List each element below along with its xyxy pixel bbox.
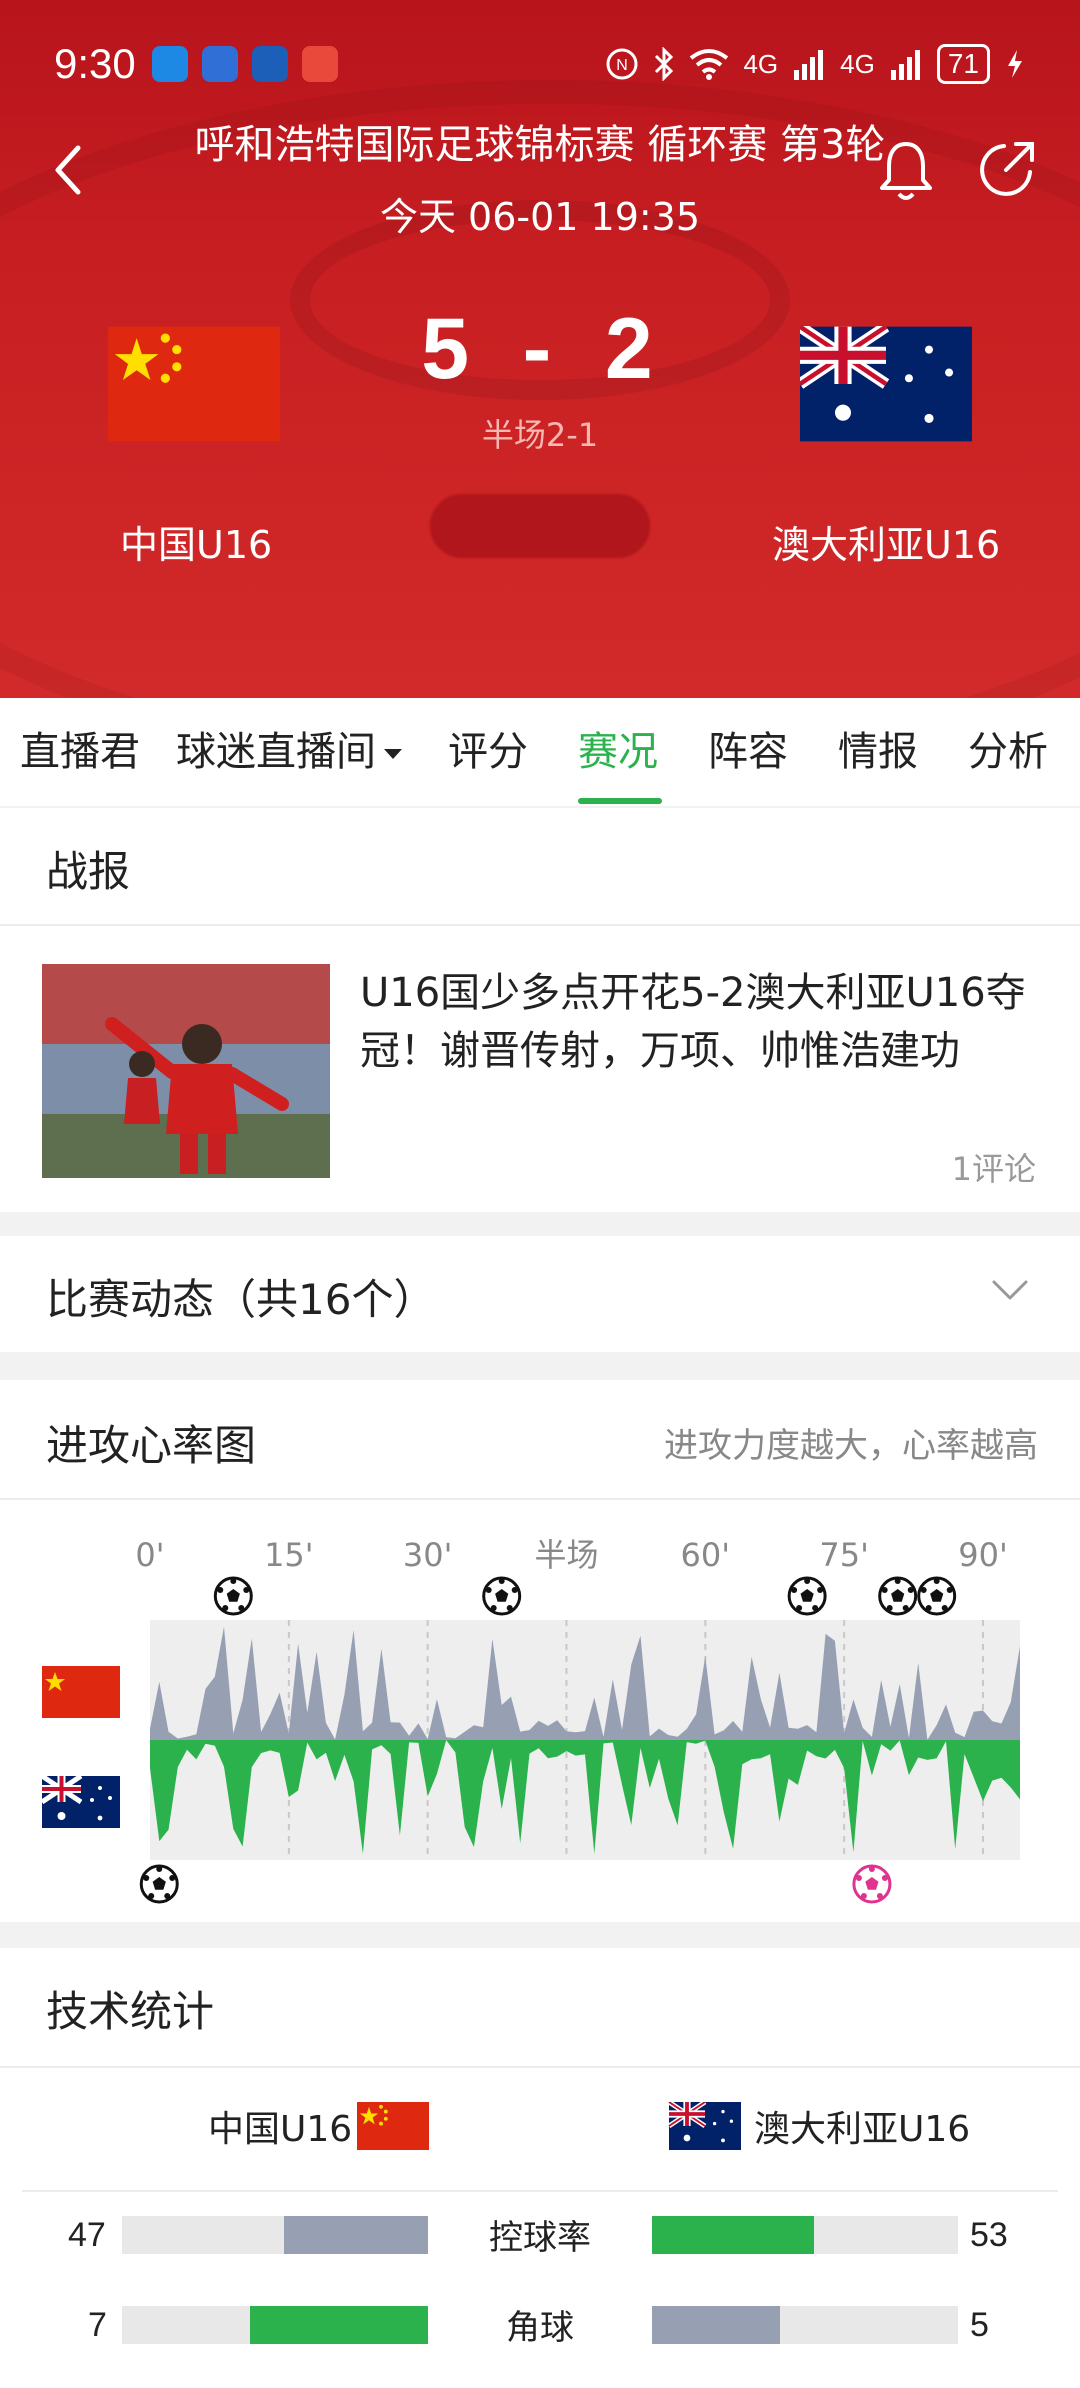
home-team-name: 中国U16 (120, 523, 273, 567)
network-label: 4G (743, 48, 779, 79)
momentum-note: 进攻力度越大，心率越高 (664, 1426, 1038, 1466)
news-thumbnail[interactable] (42, 964, 330, 1178)
active-tab-indicator (578, 798, 662, 804)
goal-ball-icon (213, 1576, 253, 1616)
goal-ball-icon (139, 1864, 179, 1904)
momentum-axis-label: 75' (819, 1536, 869, 1574)
status-time: 9:30 (54, 40, 136, 87)
momentum-axis-label: 60' (681, 1536, 731, 1574)
stat-away-value: 5 (970, 2306, 989, 2344)
news-photo (42, 964, 330, 1178)
message-icon (151, 46, 188, 82)
momentum-title: 进攻心率图 (46, 1421, 257, 1470)
signal-icon (794, 50, 824, 80)
momentum-axis-label: 半场 (534, 1536, 598, 1574)
tab-bar: 直播君 球迷直播间 评分 赛况 阵容 情报 分析 (0, 698, 1080, 806)
stats-home-team: 中国U16 (208, 2109, 353, 2150)
caret-down-icon (384, 749, 402, 759)
bell-icon[interactable] (876, 138, 936, 204)
live-status-pill[interactable] (430, 494, 650, 558)
stat-home-bar-fill (249, 2306, 428, 2344)
charging-icon (1008, 50, 1022, 78)
stat-row-possession: 47 控球率 53 (0, 2204, 1080, 2264)
tab-live[interactable]: 赛况 (578, 698, 658, 806)
tab-fan-room[interactable]: 球迷直播间 (176, 698, 404, 806)
stat-home-value: 47 (68, 2216, 106, 2254)
battery-icon: 71 (936, 44, 990, 84)
stat-row-corners: 7 角球 5 (0, 2294, 1080, 2354)
china-flag-icon (357, 2102, 429, 2150)
stat-away-bar-fill (652, 2306, 780, 2344)
chevron-down-icon[interactable] (990, 1276, 1030, 1304)
divider (0, 924, 1080, 926)
goal-ball-icon (917, 1576, 957, 1616)
match-title: 呼和浩特国际足球锦标赛 循环赛 第3轮 (194, 122, 886, 168)
away-team-name: 澳大利亚U16 (772, 523, 1001, 567)
momentum-axis-label: 30' (403, 1536, 453, 1574)
stat-label: 控球率 (489, 2218, 591, 2258)
stat-home-bar (122, 2306, 428, 2344)
match-header: 9:30 N 4G 4G 71 呼和浩特国际足球锦标赛 循环赛 第3轮 今天 0… (0, 0, 1080, 698)
stat-away-bar (652, 2306, 958, 2344)
goal-ball-icon (878, 1576, 918, 1616)
app-icon (251, 46, 288, 82)
goal-ball-icon (852, 1864, 892, 1904)
stat-home-value: 7 (88, 2306, 107, 2344)
momentum-axis-label: 90' (958, 1536, 1008, 1574)
goal-ball-icon (787, 1576, 827, 1616)
svg-text:N: N (617, 57, 629, 74)
momentum-chart: 0' 15' 30' 半场 60' 75' 90' (40, 1536, 1020, 1904)
momentum-axis-label: 0' (135, 1536, 164, 1574)
stat-home-bar (122, 2216, 428, 2254)
tab-fan-room-label: 球迷直播间 (176, 729, 376, 775)
tab-lineup[interactable]: 阵容 (708, 698, 788, 806)
stat-away-value: 53 (970, 2216, 1008, 2254)
tab-host[interactable]: 直播君 (20, 698, 140, 806)
bluetooth-icon (655, 47, 674, 81)
app-icon (201, 46, 238, 82)
status-bar: 9:30 N 4G 4G 71 (54, 34, 1026, 94)
home-score: 5 (421, 301, 476, 397)
news-comment-count[interactable]: 1评论 (952, 1144, 1036, 1190)
score-separator: - (522, 301, 558, 397)
tab-analysis[interactable]: 分析 (968, 698, 1048, 806)
stats-title: 技术统计 (46, 1987, 215, 2036)
report-title: 战报 (46, 847, 131, 896)
news-headline[interactable]: U16国少多点开花5-2澳大利亚U16夺冠！谢晋传射，万项、帅惟浩建功 (360, 964, 1050, 1080)
network-label: 4G (840, 48, 875, 79)
goal-ball-icon (482, 1576, 522, 1616)
share-icon[interactable] (976, 138, 1038, 200)
stat-away-bar (652, 2216, 958, 2254)
stats-away-team: 澳大利亚U16 (754, 2109, 971, 2150)
match-events-title: 比赛动态（共16个） (46, 1275, 436, 1324)
stat-home-bar-fill (284, 2216, 428, 2254)
stat-away-bar-fill (652, 2216, 815, 2254)
wifi-icon (690, 49, 729, 80)
tab-intel[interactable]: 情报 (838, 698, 918, 806)
match-events-row[interactable]: 比赛动态（共16个） (0, 1236, 1080, 1352)
divider (0, 2066, 1080, 2068)
signal-icon (890, 50, 920, 80)
tab-ratings[interactable]: 评分 (448, 698, 528, 806)
away-score: 2 (604, 301, 659, 397)
australia-flag-icon (800, 326, 972, 442)
divider (22, 2190, 1058, 2192)
momentum-axis-label: 15' (264, 1536, 314, 1574)
nfc-icon: N (606, 48, 638, 80)
china-flag-icon (42, 1666, 120, 1718)
australia-flag-icon (40, 1773, 120, 1828)
australia-flag-icon (668, 2102, 741, 2150)
stat-label: 角球 (506, 2308, 574, 2348)
toutiao-icon (301, 46, 338, 82)
